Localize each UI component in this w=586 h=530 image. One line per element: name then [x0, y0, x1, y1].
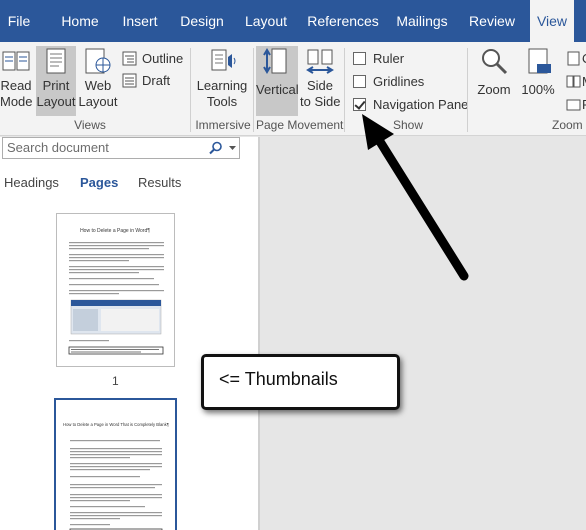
navigation-pane: Search document Headings Pages Results H…: [0, 137, 258, 530]
print-layout-button[interactable]: Print Layout: [36, 46, 76, 116]
one-page-button[interactable]: O: [566, 50, 586, 68]
tab-references[interactable]: References: [306, 0, 380, 42]
web-layout-label-1: Web: [84, 78, 112, 93]
multiple-pages-icon: [566, 75, 581, 88]
learning-tools-icon: [211, 49, 236, 71]
navigation-pane-check-box[interactable]: [353, 98, 366, 111]
side-to-side-icon: [306, 49, 334, 74]
svg-text:How to Delete a Page in Word¶: How to Delete a Page in Word¶: [80, 228, 150, 234]
web-layout-icon: [85, 48, 111, 74]
search-document-input[interactable]: Search document: [2, 137, 240, 159]
ribbon-view: Read Mode Print Layout Web Layout Outlin…: [0, 42, 586, 136]
views-group-label: Views: [74, 118, 106, 132]
tab-pages[interactable]: Pages: [80, 175, 118, 190]
outline-icon: [122, 51, 137, 66]
tab-view[interactable]: View: [530, 0, 574, 42]
zoom-100-label: 100%: [521, 82, 555, 97]
web-layout-label-2: Layout: [78, 94, 118, 109]
vertical-button[interactable]: Vertical: [256, 46, 299, 116]
group-separator: [190, 48, 191, 132]
side-to-side-button[interactable]: Side to Side: [300, 46, 340, 116]
side-to-side-label-1: Side: [306, 78, 334, 93]
page-thumbnail[interactable]: How to Delete a Page in Word¶: [56, 213, 175, 367]
page-width-button[interactable]: P: [566, 96, 586, 114]
tab-file[interactable]: File: [2, 0, 36, 42]
tab-design[interactable]: Design: [176, 0, 228, 42]
tab-home[interactable]: Home: [56, 0, 104, 42]
learning-tools-button[interactable]: Learning Tools: [194, 46, 250, 116]
page-movement-group-label: Page Movement: [256, 118, 344, 132]
page-preview: How to Delete a Page in Word¶: [68, 228, 164, 355]
gridlines-check-box[interactable]: [353, 75, 366, 88]
tab-results[interactable]: Results: [138, 175, 181, 190]
group-separator: [253, 48, 254, 132]
tab-layout[interactable]: Layout: [242, 0, 290, 42]
web-layout-button[interactable]: Web Layout: [78, 46, 118, 116]
vertical-icon: [263, 48, 287, 74]
magnifier-icon: [482, 49, 508, 75]
tab-mailings[interactable]: Mailings: [392, 0, 452, 42]
page-preview: How to Delete a Page in Word That is Com…: [63, 422, 170, 530]
annotation-arrow-icon: [362, 114, 469, 281]
callout-text: <= Thumbnails: [219, 369, 338, 389]
read-mode-button[interactable]: Read Mode: [0, 46, 33, 116]
zoom-group-label: Zoom: [552, 118, 583, 132]
side-to-side-label-2: to Side: [300, 94, 341, 109]
chevron-down-icon[interactable]: [229, 146, 236, 151]
tab-review[interactable]: Review: [464, 0, 520, 42]
tab-insert[interactable]: Insert: [116, 0, 164, 42]
read-mode-icon: [2, 51, 30, 71]
zoom-button[interactable]: Zoom: [474, 46, 514, 116]
ribbon-tab-bar: File Home Insert Design Layout Reference…: [0, 0, 586, 42]
thumbnails-callout: <= Thumbnails: [201, 354, 400, 410]
multiple-pages-label: M: [582, 73, 586, 91]
page-width-label: P: [582, 96, 586, 114]
zoom-100-icon: [528, 48, 551, 74]
page-width-icon: [566, 99, 581, 111]
ruler-check-box[interactable]: [353, 52, 366, 65]
one-page-label: O: [582, 50, 586, 68]
page-thumbnail[interactable]: How to Delete a Page in Word That is Com…: [54, 398, 177, 530]
svg-text:How to Delete a Page in Word T: How to Delete a Page in Word That is Com…: [63, 422, 170, 427]
read-mode-label-1: Read: [0, 78, 32, 93]
draft-icon: [122, 73, 137, 88]
multiple-pages-button[interactable]: M: [566, 73, 586, 91]
page-number-1: 1: [112, 374, 119, 388]
outline-label: Outline: [142, 51, 184, 66]
print-layout-icon: [46, 48, 66, 74]
one-page-icon: [567, 51, 580, 66]
learning-tools-label-1: Learning: [196, 78, 248, 93]
group-separator: [344, 48, 345, 132]
print-layout-label-1: Print: [42, 78, 70, 93]
vertical-label: Vertical: [256, 82, 299, 97]
learning-tools-label-2: Tools: [206, 94, 238, 109]
search-icon[interactable]: [209, 141, 223, 155]
outline-button[interactable]: Outline: [122, 50, 188, 68]
print-layout-label-2: Layout: [36, 94, 76, 109]
ruler-label: Ruler: [373, 51, 405, 66]
draft-button[interactable]: Draft: [122, 72, 188, 90]
zoom-label: Zoom: [477, 82, 511, 97]
gridlines-checkbox[interactable]: Gridlines: [353, 73, 453, 91]
gridlines-label: Gridlines: [373, 74, 425, 89]
draft-label: Draft: [142, 73, 171, 88]
ruler-checkbox[interactable]: Ruler: [353, 50, 453, 68]
immersive-group-label: Immersive: [195, 118, 251, 132]
read-mode-label-2: Mode: [0, 94, 33, 109]
search-placeholder: Search document: [7, 140, 109, 155]
zoom-100-button[interactable]: 100%: [520, 46, 556, 116]
tab-headings[interactable]: Headings: [4, 175, 59, 190]
